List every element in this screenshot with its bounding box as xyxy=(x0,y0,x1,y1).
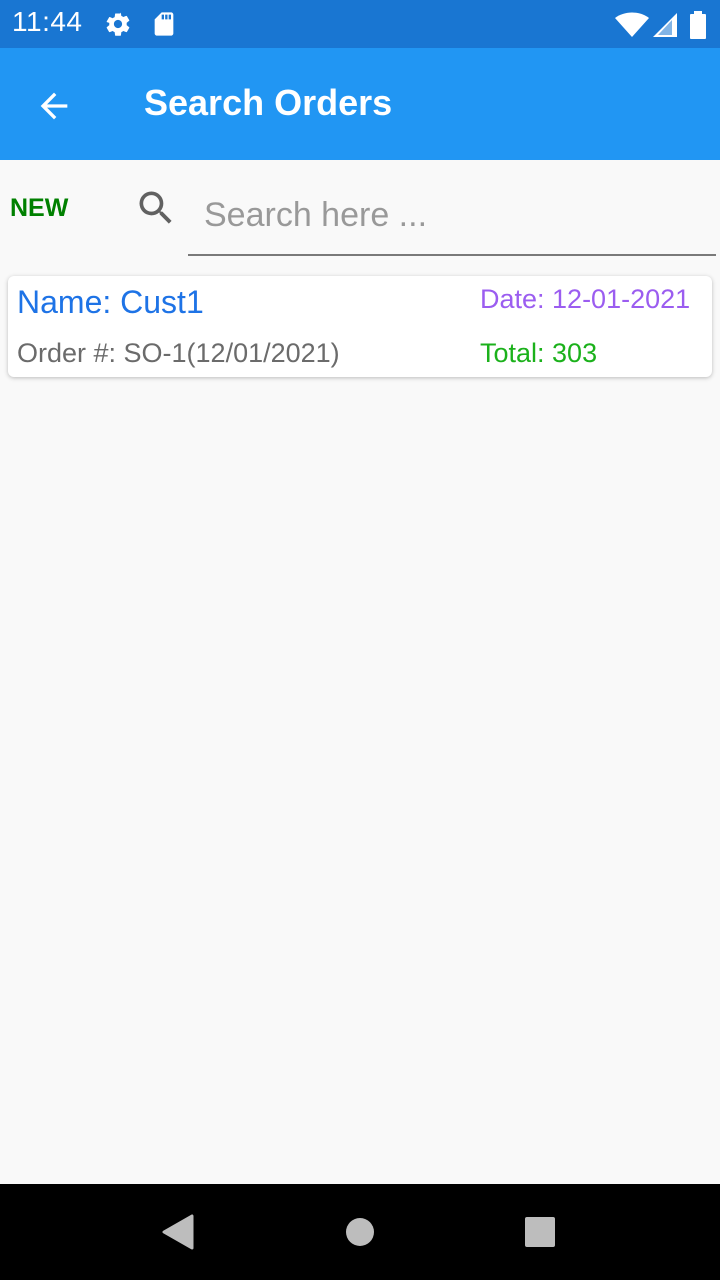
battery-icon xyxy=(690,11,706,43)
sd-card-icon xyxy=(150,10,178,42)
order-card[interactable]: Name: Cust1 Date: 12-01-2021 Order #: SO… xyxy=(8,276,712,377)
navigation-bar xyxy=(0,1184,720,1280)
status-time: 11:44 xyxy=(12,6,83,37)
gear-icon xyxy=(104,10,132,42)
signal-icon xyxy=(652,12,678,42)
page-title: Search Orders xyxy=(144,82,393,123)
back-button[interactable] xyxy=(24,80,84,132)
new-order-button[interactable]: NEW xyxy=(10,194,68,223)
wifi-icon xyxy=(614,12,650,42)
search-input[interactable] xyxy=(188,176,716,256)
search-icon xyxy=(134,186,178,230)
order-date: Date: 12-01-2021 xyxy=(480,284,691,314)
status-bar: 11:44 xyxy=(0,0,720,48)
order-number: Order #: SO-1(12/01/2021) xyxy=(17,338,340,368)
back-triangle-icon[interactable] xyxy=(162,1214,194,1254)
home-circle-icon[interactable] xyxy=(345,1217,375,1251)
app-bar: Search Orders xyxy=(0,48,720,160)
recents-square-icon[interactable] xyxy=(525,1217,555,1251)
order-customer-name: Name: Cust1 xyxy=(17,284,204,320)
order-total: Total: 303 xyxy=(480,338,598,368)
